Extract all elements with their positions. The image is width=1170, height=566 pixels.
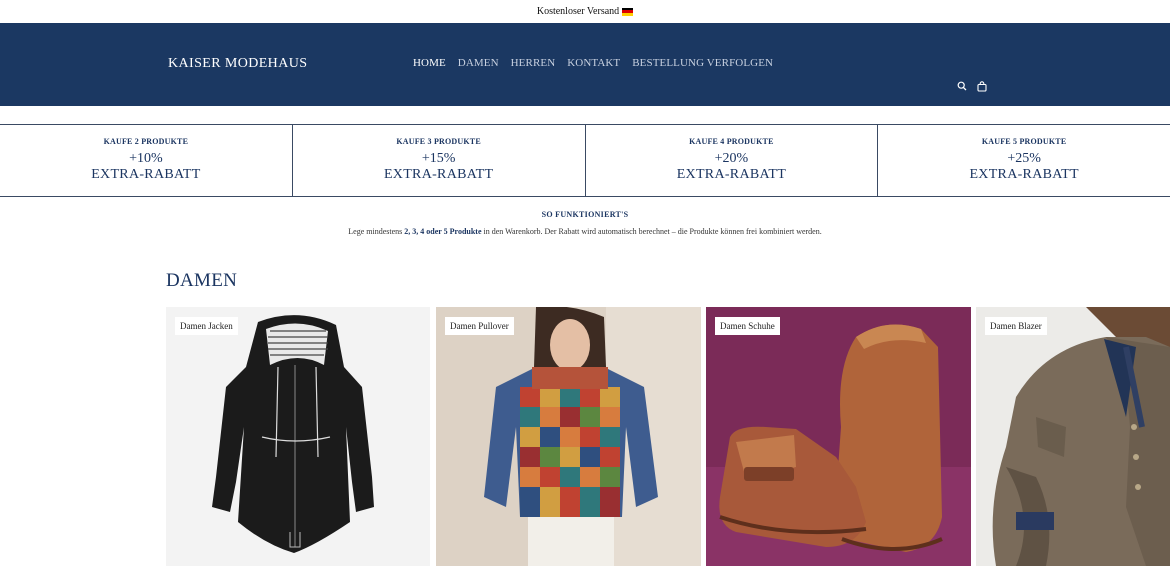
brown-leather-boots-image <box>706 307 971 566</box>
site-header: KAISER MODEHAUS HOME DAMEN HERREN KONTAK… <box>0 23 1170 106</box>
tier-title: KAUFE 3 PRODUKTE <box>396 137 481 146</box>
black-rain-jacket-image <box>212 315 374 553</box>
header-icons <box>957 81 987 92</box>
category-card-schuhe[interactable]: Damen Schuhe <box>706 307 971 566</box>
search-icon[interactable] <box>957 81 967 92</box>
discount-tier: KAUFE 5 PRODUKTE +25% EXTRA-RABATT <box>878 125 1170 196</box>
section-title: DAMEN <box>166 270 238 291</box>
tier-title: KAUFE 5 PRODUKTE <box>981 137 1067 146</box>
category-card-jacken[interactable]: Damen Jacken <box>166 307 430 566</box>
cart-icon[interactable] <box>977 81 987 92</box>
tier-title: KAUFE 2 PRODUKTE <box>103 137 189 146</box>
tier-label: EXTRA-RABATT <box>91 167 201 182</box>
tweed-blazer-image <box>976 307 1170 566</box>
how-text-bold: 2, 3, 4 oder 5 Produkte <box>404 227 482 236</box>
how-it-works-heading: SO FUNKTIONIERT'S <box>541 210 629 219</box>
announcement-bar: Kostenloser Versand <box>0 0 1170 23</box>
checkered-sweater-image <box>436 307 701 566</box>
tier-percent: +10% <box>129 151 163 166</box>
nav-damen[interactable]: DAMEN <box>458 57 499 69</box>
nav-home[interactable]: HOME <box>413 57 446 69</box>
category-card-blazer[interactable]: Damen Blazer <box>976 307 1170 566</box>
discount-tier: KAUFE 3 PRODUKTE +15% EXTRA-RABATT <box>293 125 586 196</box>
main-nav: HOME DAMEN HERREN KONTAKT BESTELLUNG VER… <box>413 57 773 69</box>
how-text-after: in den Warenkorb. Der Rabatt wird automa… <box>481 227 822 236</box>
tier-percent: +25% <box>1007 151 1041 166</box>
site-logo[interactable]: KAISER MODEHAUS <box>168 56 307 72</box>
category-label: Damen Blazer <box>985 317 1047 335</box>
nav-bestellung-verfolgen[interactable]: BESTELLUNG VERFOLGEN <box>632 57 773 69</box>
how-text-before: Lege mindestens <box>348 227 405 236</box>
tier-label: EXTRA-RABATT <box>676 167 787 182</box>
tier-percent: +15% <box>421 151 456 166</box>
category-label: Damen Jacken <box>175 317 238 335</box>
tier-percent: +20% <box>714 151 749 166</box>
category-label: Damen Schuhe <box>715 317 780 335</box>
announcement-text: Kostenloser Versand <box>536 6 620 17</box>
discount-tier: KAUFE 4 PRODUKTE +20% EXTRA-RABATT <box>586 125 879 196</box>
discount-tier: KAUFE 2 PRODUKTE +10% EXTRA-RABATT <box>0 125 293 196</box>
how-it-works: SO FUNKTIONIERT'S Lege mindestens 2, 3, … <box>0 210 1170 236</box>
nav-herren[interactable]: HERREN <box>511 57 556 69</box>
category-label: Damen Pullover <box>445 317 514 335</box>
category-card-pullover[interactable]: Damen Pullover <box>436 307 701 566</box>
german-flag-icon <box>622 7 634 16</box>
tier-title: KAUFE 4 PRODUKTE <box>689 137 774 146</box>
discount-tiers: KAUFE 2 PRODUKTE +10% EXTRA-RABATT KAUFE… <box>0 124 1170 197</box>
tier-label: EXTRA-RABATT <box>383 167 494 182</box>
how-it-works-text: Lege mindestens 2, 3, 4 oder 5 Produkte … <box>0 227 1170 236</box>
nav-kontakt[interactable]: KONTAKT <box>567 57 620 69</box>
tier-label: EXTRA-RABATT <box>969 167 1079 182</box>
